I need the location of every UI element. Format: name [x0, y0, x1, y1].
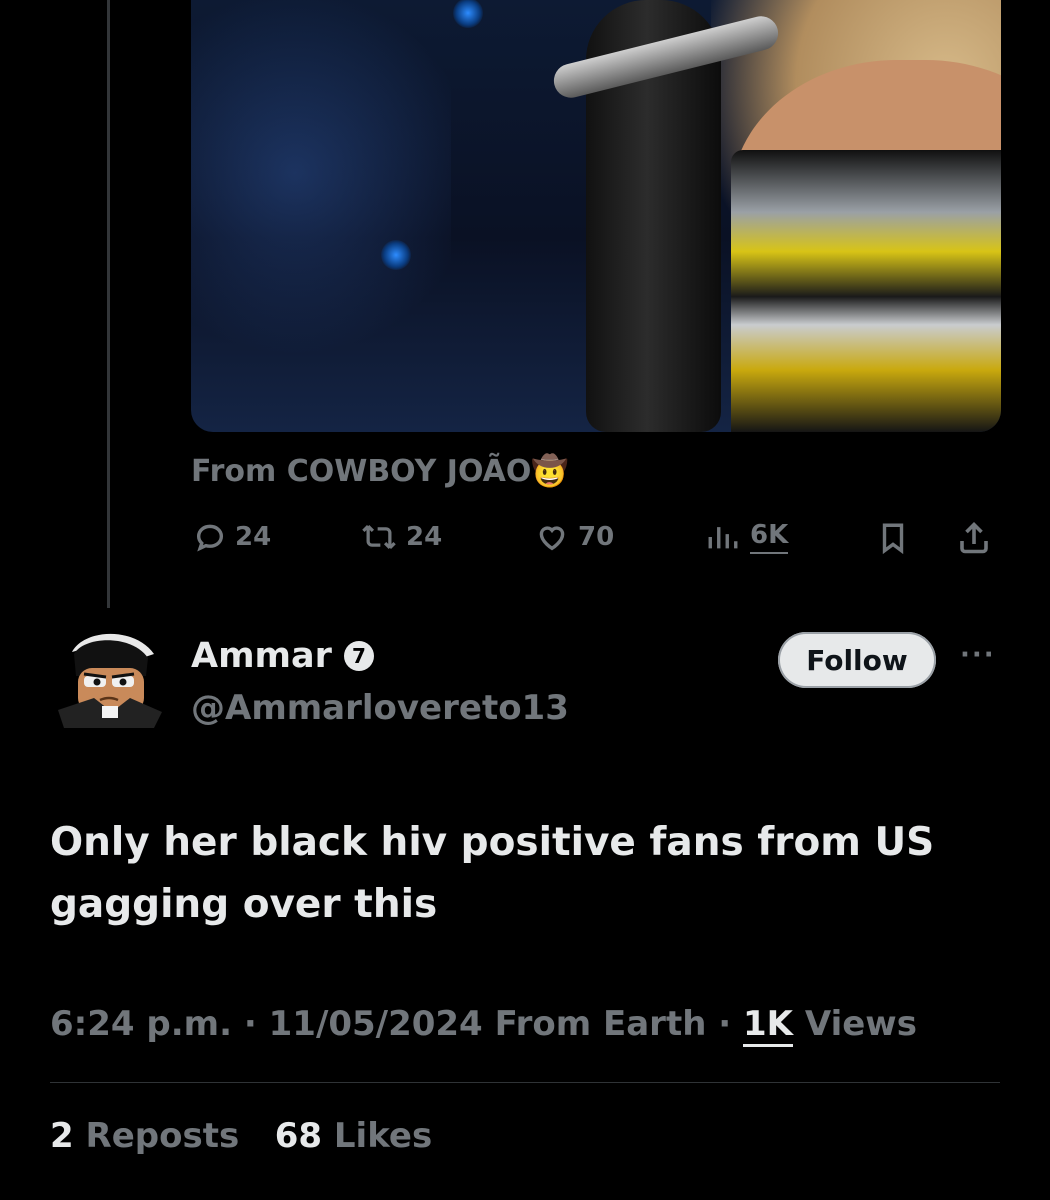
cowboy-emoji-icon: 🤠	[531, 454, 569, 489]
display-name-text: Ammar	[191, 636, 332, 676]
reply-count: 24	[235, 522, 272, 552]
follow-button[interactable]: Follow	[778, 632, 936, 688]
tweet-time[interactable]: 6:24 p.m.	[50, 1004, 232, 1044]
likes-stat-count: 68	[274, 1116, 323, 1156]
video-frame-background	[191, 0, 451, 432]
repost-icon	[362, 524, 396, 550]
like-button[interactable]: 70	[534, 520, 614, 554]
quoted-source-line[interactable]: From COWBOY JOÃO🤠	[191, 454, 569, 489]
tweet-views-label: Views	[804, 1004, 917, 1044]
bookmark-icon	[882, 523, 904, 555]
video-frame-outfit	[731, 150, 1001, 432]
views-count: 6K	[750, 520, 789, 554]
source-name: COWBOY JOÃO	[286, 454, 532, 489]
meta-separator: ·	[243, 1004, 257, 1044]
tweet-date[interactable]: 11/05/2024	[269, 1004, 483, 1044]
reply-icon	[196, 524, 224, 552]
thread-connector-line	[107, 0, 110, 608]
engagement-stats: 2 Reposts 68 Likes	[50, 1116, 432, 1156]
share-icon	[960, 521, 988, 554]
like-count: 70	[578, 522, 615, 552]
tweet-text: Only her black hiv positive fans from US…	[50, 812, 1010, 936]
tweet-meta: 6:24 p.m. · 11/05/2024 From Earth · 1K V…	[50, 1004, 917, 1047]
repost-button[interactable]: 24	[360, 520, 442, 554]
more-options-icon[interactable]: ···	[960, 640, 996, 670]
tweet-text-line: Only her black hiv positive fans from US	[50, 820, 935, 865]
repost-count: 24	[406, 522, 443, 552]
divider	[50, 1082, 1000, 1083]
author-display-name[interactable]: Ammar 7	[191, 636, 374, 676]
source-prefix: From	[191, 454, 277, 489]
stage-light	[453, 0, 483, 28]
reposts-stat-count: 2	[50, 1116, 74, 1156]
quoted-video[interactable]	[191, 0, 1001, 432]
likes-stat-label: Likes	[333, 1116, 433, 1156]
avatar[interactable]	[54, 624, 164, 734]
heart-icon	[539, 526, 565, 551]
tweet-text-line: gagging over this	[50, 882, 438, 927]
share-button[interactable]	[956, 520, 992, 556]
reposts-stat[interactable]: 2 Reposts	[50, 1116, 239, 1156]
likes-stat[interactable]: 68 Likes	[275, 1116, 433, 1156]
analytics-icon	[708, 527, 738, 549]
reply-button[interactable]: 24	[193, 520, 271, 554]
author-handle[interactable]: @Ammarlovereto13	[191, 688, 569, 728]
reposts-stat-label: Reposts	[85, 1116, 240, 1156]
verified-badge-icon: 7	[343, 641, 374, 671]
views-button[interactable]: 6K	[704, 520, 789, 554]
stage-light	[381, 240, 411, 270]
meta-separator: ·	[718, 1004, 732, 1044]
bookmark-button[interactable]	[876, 520, 910, 556]
tweet-location: From Earth	[494, 1004, 707, 1044]
avatar-cartoon-image	[58, 633, 162, 728]
tweet-views-count[interactable]: 1K	[743, 1004, 794, 1047]
